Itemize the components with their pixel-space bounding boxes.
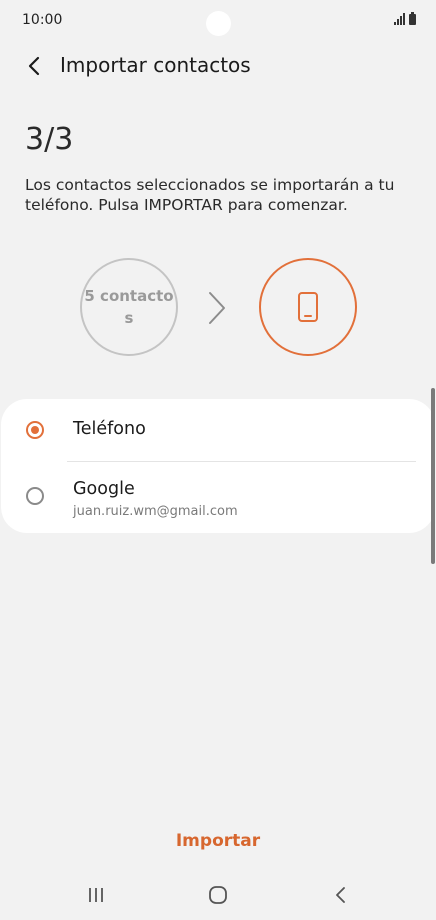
home-icon bbox=[209, 886, 227, 904]
recents-icon bbox=[89, 888, 103, 902]
radio-selected[interactable] bbox=[26, 421, 44, 439]
status-time: 10:00 bbox=[22, 12, 63, 28]
camera-cutout bbox=[206, 11, 231, 36]
account-email: juan.ruiz.wm@gmail.com bbox=[73, 504, 238, 519]
nav-back-button[interactable] bbox=[325, 882, 355, 908]
app-bar: Importar contactos bbox=[0, 44, 436, 88]
option-label: Teléfono bbox=[73, 419, 146, 439]
chevron-left-icon bbox=[28, 56, 40, 76]
chevron-right-icon bbox=[209, 292, 225, 324]
source-contacts-circle: 5 contactos bbox=[80, 258, 178, 356]
step-indicator: 3/3 bbox=[25, 122, 74, 157]
option-telefono[interactable]: Teléfono bbox=[1, 399, 435, 461]
scrollbar[interactable] bbox=[431, 388, 435, 564]
source-contacts-label: 5 contactos bbox=[84, 287, 174, 327]
page-title: Importar contactos bbox=[60, 53, 251, 77]
back-arrow-icon bbox=[336, 887, 345, 903]
signal-icon bbox=[394, 13, 405, 25]
status-bar: 10:00 bbox=[0, 0, 436, 44]
navigation-bar bbox=[0, 870, 436, 920]
instruction-text: Los contactos seleccionados se importará… bbox=[25, 176, 395, 214]
option-google[interactable]: Google juan.ruiz.wm@gmail.com bbox=[1, 462, 435, 533]
battery-icon bbox=[409, 12, 416, 25]
status-icons bbox=[394, 12, 416, 25]
home-button[interactable] bbox=[203, 882, 233, 908]
phone-icon bbox=[298, 292, 318, 322]
recents-button[interactable] bbox=[81, 882, 111, 908]
back-button[interactable] bbox=[18, 50, 50, 82]
option-label: Google bbox=[73, 479, 135, 499]
storage-options-card: Teléfono Google juan.ruiz.wm@gmail.com bbox=[1, 399, 435, 533]
radio-unselected[interactable] bbox=[26, 487, 44, 505]
import-button[interactable]: Importar bbox=[150, 826, 286, 856]
target-device-circle bbox=[259, 258, 357, 356]
